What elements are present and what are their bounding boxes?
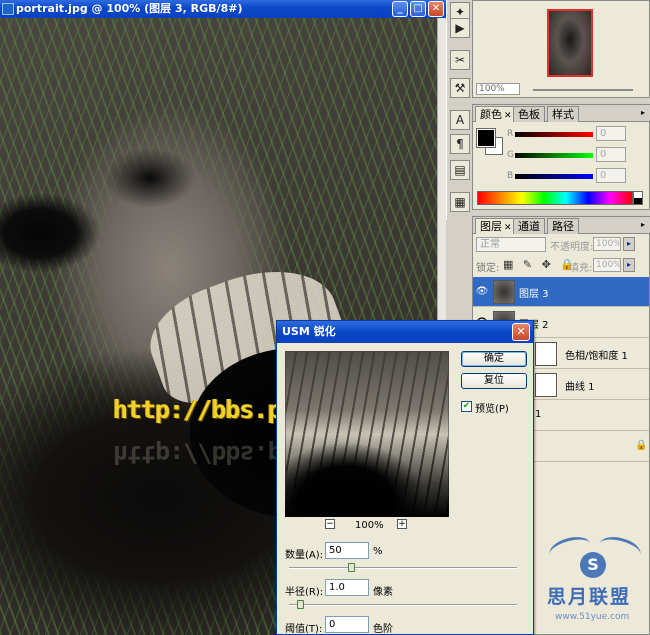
fill-field[interactable]: 100%	[593, 258, 622, 272]
logo-s-icon: S	[580, 552, 606, 578]
tab-color[interactable]: 颜色 ✕	[475, 106, 517, 122]
tab-swatches-label: 色板	[518, 108, 540, 121]
threshold-unit: 色阶	[373, 624, 393, 635]
photoshop-icon	[2, 3, 14, 15]
radius-slider[interactable]	[289, 604, 517, 606]
fill-arrow-icon[interactable]: ▸	[623, 258, 635, 272]
tab-paths-label: 路径	[552, 220, 574, 233]
blend-mode-select[interactable]: 正常	[476, 237, 546, 252]
channel-g-field[interactable]: 0	[596, 147, 626, 162]
dialog-title: USM 锐化	[282, 325, 336, 338]
tab-close-icon[interactable]: ✕	[504, 111, 512, 121]
navigator-thumbnail[interactable]	[547, 9, 593, 77]
threshold-label: 阈值(T):	[285, 624, 323, 635]
character-icon[interactable]: A	[450, 110, 470, 130]
channel-b-label: B	[507, 171, 514, 181]
navigator-zoom-slider[interactable]	[533, 89, 633, 91]
document-title: portrait.jpg @ 100% (图层 3, RGB/8#)	[16, 2, 243, 15]
layer-comps-icon[interactable]: ▦	[450, 192, 470, 212]
tab-layers[interactable]: 图层 ✕	[475, 218, 517, 234]
document-titlebar[interactable]: portrait.jpg @ 100% (图层 3, RGB/8#) _ □ ✕	[0, 0, 446, 18]
usm-sharpen-dialog: USM 锐化 ✕ − 100% + 确定 复位 ✔ 预览(P) 数量(A): 5…	[276, 320, 534, 635]
palette-menu-icon[interactable]: ▸	[638, 220, 648, 230]
lock-icon: 🔒	[635, 440, 648, 451]
radius-label: 半径(R):	[285, 587, 324, 598]
radius-unit: 像素	[373, 587, 393, 598]
zoom-out-button[interactable]: −	[325, 519, 335, 529]
maximize-button[interactable]: □	[410, 1, 426, 17]
opacity-arrow-icon[interactable]: ▸	[623, 237, 635, 251]
layer-thumbnail	[493, 280, 515, 304]
amount-slider-thumb[interactable]	[348, 563, 355, 572]
layer-name: 1	[535, 409, 542, 420]
layer-row-3[interactable]: 👁 图层 3	[473, 277, 649, 307]
photoshop-workspace: portrait.jpg @ 100% (图层 3, RGB/8#) _ □ ✕…	[0, 0, 650, 635]
eye-icon[interactable]: 👁	[475, 285, 489, 299]
filter-preview-image[interactable]	[285, 351, 449, 517]
amount-unit: %	[373, 546, 383, 557]
dialog-titlebar[interactable]: USM 锐化 ✕	[277, 321, 533, 343]
minimize-button[interactable]: _	[392, 1, 408, 17]
notes-icon[interactable]: ▤	[450, 160, 470, 180]
navigator-zoom-field[interactable]: 100%	[476, 83, 520, 95]
dialog-close-button[interactable]: ✕	[512, 323, 530, 341]
lock-label: 锁定:	[476, 263, 500, 274]
amount-slider[interactable]	[289, 567, 517, 569]
paragraph-icon[interactable]: ¶	[450, 134, 470, 154]
reset-button[interactable]: 复位	[461, 373, 527, 389]
color-spectrum-bar[interactable]	[477, 191, 633, 205]
site-logo: S 思月联盟 www.51yue.com	[545, 530, 645, 634]
layers-panel-tabs: 图层 ✕ 通道 路径 ▸	[473, 217, 650, 234]
zoom-in-button[interactable]: +	[397, 519, 407, 529]
tab-styles-label: 样式	[552, 108, 574, 121]
layer-name: 曲线 1	[565, 382, 595, 393]
amount-label: 数量(A):	[285, 550, 324, 561]
scissors-icon[interactable]: ✂	[450, 50, 470, 70]
preview-label: 预览(P)	[475, 404, 509, 415]
fill-label: 填充:	[569, 263, 593, 274]
adjustment-mask-thumbnail	[535, 373, 557, 397]
amount-field[interactable]: 50	[325, 542, 369, 559]
tab-color-label: 颜色	[480, 108, 502, 121]
threshold-field[interactable]: 0	[325, 616, 369, 633]
opacity-field[interactable]: 100%	[593, 237, 622, 251]
lock-options-icons[interactable]: ▦ ✎ ✥ 🔒	[503, 258, 577, 271]
channel-b-field[interactable]: 0	[596, 168, 626, 183]
channel-r-label: R	[507, 129, 514, 139]
color-panel: 颜色 ✕ 色板 样式 ▸ R 0 G 0 B 0	[472, 104, 650, 210]
ok-button[interactable]: 确定	[461, 351, 527, 367]
layer-name: 图层 3	[519, 289, 549, 300]
close-button[interactable]: ✕	[428, 1, 444, 17]
preview-checkbox[interactable]: ✔	[461, 401, 472, 412]
palette-well-strip: ✦ ▶ ✂ ⚒ A ¶ ▤ ▦	[446, 0, 472, 220]
channel-g-label: G	[507, 150, 514, 160]
foreground-color-swatch[interactable]	[476, 128, 496, 148]
palette-menu-icon[interactable]: ▸	[638, 108, 648, 118]
tab-channels[interactable]: 通道	[513, 218, 545, 234]
layer-name: 色相/饱和度 1	[565, 351, 628, 362]
tab-swatches[interactable]: 色板	[513, 106, 545, 122]
tab-paths[interactable]: 路径	[547, 218, 579, 234]
tab-close-icon[interactable]: ✕	[504, 223, 512, 233]
tab-layers-label: 图层	[480, 220, 502, 233]
preview-zoom-level: 100%	[355, 520, 384, 531]
adjustment-mask-thumbnail	[535, 342, 557, 366]
opacity-label: 不透明度:	[550, 242, 594, 253]
channel-r-field[interactable]: 0	[596, 126, 626, 141]
black-white-swatch[interactable]	[633, 191, 643, 205]
navigator-panel: 100%	[472, 0, 650, 98]
channel-g-slider[interactable]	[515, 153, 593, 158]
actions-play-icon[interactable]: ▶	[450, 18, 470, 38]
logo-text: 思月联盟	[547, 586, 632, 608]
radius-field[interactable]: 1.0	[325, 579, 369, 596]
radius-slider-thumb[interactable]	[297, 600, 304, 609]
tab-channels-label: 通道	[518, 220, 540, 233]
color-panel-tabs: 颜色 ✕ 色板 样式 ▸	[473, 105, 650, 122]
stamp-icon[interactable]: ⚒	[450, 78, 470, 98]
logo-url: www.51yue.com	[555, 612, 630, 622]
channel-r-slider[interactable]	[515, 132, 593, 137]
channel-b-slider[interactable]	[515, 174, 593, 179]
tab-styles[interactable]: 样式	[547, 106, 579, 122]
